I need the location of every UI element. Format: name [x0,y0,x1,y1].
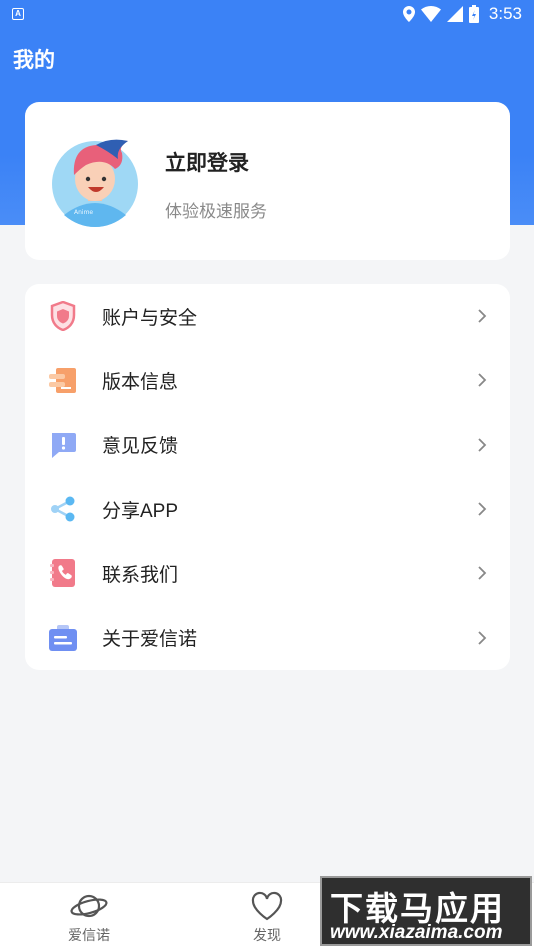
location-icon [402,6,415,22]
feedback-icon [48,430,78,460]
menu-item-about[interactable]: 关于爱信诺 [25,605,510,669]
menu-item-label: 联系我们 [102,564,179,586]
page-title: 我的 [13,49,55,72]
briefcase-icon [48,623,78,653]
menu-item-label: 分享APP [102,500,179,522]
avatar[interactable]: Anime [52,135,138,227]
menu-item-account-security[interactable]: 账户与安全 [25,284,510,348]
chevron-right-icon [478,309,487,323]
heart-icon [251,891,283,921]
chevron-right-icon [478,630,487,645]
menu-item-version-info[interactable]: 版本信息 [25,348,510,412]
login-subtitle: 体验极速服务 [165,202,267,221]
settings-menu: 账户与安全 版本信息 意见反馈 分享APP 联系我们 关于爱信诺 [25,284,510,670]
menu-item-share-app[interactable]: 分享APP [25,477,510,541]
tab-home[interactable]: 爱信诺 [44,889,134,945]
chevron-right-icon [478,373,487,388]
login-button[interactable]: 立即登录 [165,147,249,177]
share-icon [48,494,78,524]
app-notification-icon: A [12,8,24,20]
battery-icon [468,5,479,23]
watermark-url: www.xiazaima.com [330,922,503,943]
chevron-right-icon [478,438,487,452]
tab-label: 发现 [253,927,281,943]
menu-item-label: 版本信息 [102,371,179,393]
tab-label: 爱信诺 [68,927,110,943]
document-icon [48,365,78,395]
profile-card[interactable]: Anime 立即登录 体验极速服务 [25,102,510,260]
menu-item-contact-us[interactable]: 联系我们 [25,541,510,605]
menu-item-label: 意见反馈 [102,436,179,458]
planet-icon [70,894,108,918]
menu-item-label: 账户与安全 [102,307,198,329]
shield-icon [48,301,78,332]
menu-item-feedback[interactable]: 意见反馈 [25,413,510,477]
chevron-right-icon [478,502,487,516]
signal-icon [446,6,463,22]
tab-discover[interactable]: 发现 [222,889,312,945]
wifi-icon [420,6,441,22]
clock: 3:53 [488,4,522,23]
chevron-right-icon [478,566,487,580]
phone-book-icon [48,558,78,588]
avatar-caption: Anime [74,209,93,216]
status-bar: A 3:53 [0,0,534,28]
watermark-logo: 下载马应用 www.xiazaima.com [320,876,532,946]
menu-item-label: 关于爱信诺 [102,629,198,651]
